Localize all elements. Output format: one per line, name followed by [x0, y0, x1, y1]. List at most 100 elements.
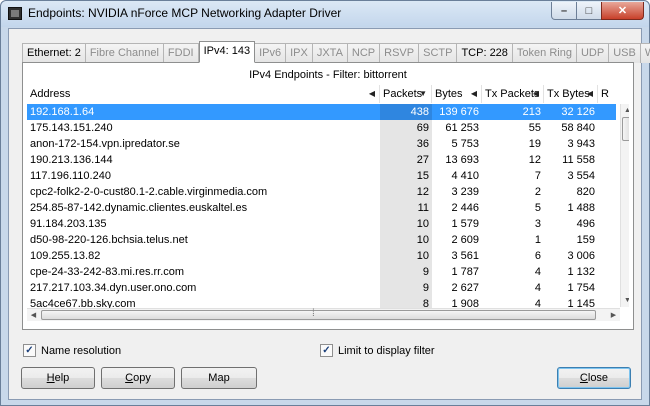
sort-arrow-icon: ◀ — [532, 89, 539, 98]
vertical-scrollbar[interactable]: ▲ ▼ — [620, 104, 629, 307]
cell-pk: 15 — [380, 168, 432, 184]
cell-pk: 438 — [380, 104, 432, 120]
table-row[interactable]: 190.213.136.144 27 13 693 12 11 558 — [27, 152, 616, 168]
limit-to-display-filter-checkbox[interactable]: ✓ Limit to display filter — [320, 344, 435, 357]
table-row[interactable]: d50-98-220-126.bchsia.telus.net 10 2 609 1 1… — [27, 232, 616, 248]
cell-tb: 11 558 — [562, 154, 595, 166]
table-row[interactable]: 109.255.13.82 10 3 561 6 3 006 — [27, 248, 616, 264]
protocol-tab-bar: Ethernet: 2 Fibre Channel FDDI IPv4: 143 IPv… — [22, 41, 650, 63]
vertical-scroll-thumb[interactable] — [622, 117, 629, 141]
map-button[interactable]: Map — [181, 367, 257, 389]
cell-pk: 10 — [380, 232, 432, 248]
cell-tb: 1 754 — [567, 282, 595, 294]
cell-tp: 4 — [534, 266, 541, 278]
cell-by: 5 753 — [451, 138, 479, 150]
scroll-up-icon[interactable]: ▲ — [621, 104, 629, 117]
checkbox-check-icon[interactable]: ✓ — [320, 344, 333, 357]
cell-by: 3 561 — [451, 250, 479, 262]
endpoints-window: Endpoints: NVIDIA nForce MCP Networking … — [0, 0, 650, 406]
tab-fddi[interactable]: FDDI — [163, 43, 199, 63]
title-bar[interactable]: Endpoints: NVIDIA nForce MCP Networking … — [1, 1, 649, 27]
table-row[interactable]: cpc2-folk2-2-0-cust80.1-2.cable.virginme… — [27, 184, 616, 200]
table-row[interactable]: 91.184.203.135 10 1 579 3 496 — [27, 216, 616, 232]
minimize-button[interactable]: – — [551, 2, 577, 20]
column-header-label: Tx Packets — [485, 88, 540, 100]
limit-filter-label: Limit to display filter — [338, 344, 435, 357]
cell-by: 2 627 — [451, 282, 479, 294]
cell-tb: 3 554 — [567, 170, 595, 182]
tab-sctp[interactable]: SCTP — [419, 43, 458, 63]
column-header-rx[interactable]: R — [598, 85, 616, 103]
maximize-button[interactable]: □ — [576, 2, 602, 20]
column-header-label: R — [601, 88, 609, 100]
endpoints-table: Address ◀ Packets ▼ Bytes ◀ Tx Packets ◀ Tx Byte… — [27, 85, 629, 325]
copy-button[interactable]: Copy — [101, 367, 175, 389]
cell-by: 1 579 — [451, 218, 479, 230]
cell-tb: 159 — [576, 234, 595, 246]
checkbox-check-icon[interactable]: ✓ — [23, 344, 36, 357]
tab-usb[interactable]: USB — [609, 43, 641, 63]
column-header-label: Tx Bytes — [547, 88, 590, 100]
tab-tcp-228[interactable]: TCP: 228 — [457, 43, 513, 63]
cell-tb: 820 — [576, 186, 595, 198]
table-row[interactable]: cpe-24-33-242-83.mi.res.rr.com 9 1 787 4 1 1… — [27, 264, 616, 280]
cell-addr: 217.217.103.34.dyn.user.ono.com — [30, 282, 197, 294]
scroll-left-icon[interactable]: ◀ — [27, 309, 40, 322]
table-row[interactable]: anon-172-154.vpn.ipredator.se 36 5 753 19 3 … — [27, 136, 616, 152]
name-resolution-checkbox[interactable]: ✓ Name resolution — [23, 344, 121, 357]
cell-by: 2 609 — [451, 234, 479, 246]
cell-pk: 10 — [380, 248, 432, 264]
cell-tb: 1 488 — [567, 202, 595, 214]
cell-tp: 1 — [534, 234, 541, 246]
cell-tp: 19 — [528, 138, 541, 150]
app-icon — [8, 7, 22, 20]
table-row[interactable]: 192.168.1.64 438 139 676 213 32 126 — [27, 104, 616, 120]
column-header-addr[interactable]: Address ◀ — [27, 85, 380, 103]
tab-fibre-channel[interactable]: Fibre Channel — [85, 43, 164, 63]
tab-jxta[interactable]: JXTA — [312, 43, 348, 63]
tab-token-ring[interactable]: Token Ring — [512, 43, 577, 63]
scroll-down-icon[interactable]: ▼ — [621, 294, 629, 307]
cell-addr: d50-98-220-126.bchsia.telus.net — [30, 234, 188, 246]
table-row[interactable]: 217.217.103.34.dyn.user.ono.com 9 2 627 4 1 … — [27, 280, 616, 296]
cell-addr: 175.143.151.240 — [30, 122, 113, 134]
tab-ipx[interactable]: IPX — [286, 43, 313, 63]
table-row[interactable]: 254.85-87-142.dynamic.clientes.euskaltel… — [27, 200, 616, 216]
cell-tb: 3 006 — [567, 250, 595, 262]
cell-rx — [598, 264, 616, 280]
cell-tp: 5 — [534, 202, 541, 214]
help-button[interactable]: Help — [21, 367, 95, 389]
cell-addr: cpe-24-33-242-83.mi.res.rr.com — [30, 266, 185, 278]
cell-tp: 55 — [528, 122, 541, 134]
cell-pk: 12 — [380, 184, 432, 200]
table-row[interactable]: 175.143.151.240 69 61 253 55 58 840 — [27, 120, 616, 136]
tab-ncp[interactable]: NCP — [347, 43, 381, 63]
cell-rx — [598, 200, 616, 216]
cell-tb: 32 126 — [561, 106, 595, 118]
sort-arrow-icon: ▼ — [419, 89, 427, 98]
column-header-label: Bytes — [435, 88, 463, 100]
horizontal-scroll-thumb[interactable] — [41, 308, 596, 320]
cell-addr: 192.168.1.64 — [30, 106, 95, 118]
column-header-tp[interactable]: Tx Packets ◀ — [482, 85, 544, 103]
tab-udp[interactable]: UDP — [576, 43, 610, 63]
cell-addr: 91.184.203.135 — [30, 218, 107, 230]
column-header-pk[interactable]: Packets ▼ — [380, 85, 432, 103]
tab-wlan[interactable]: WLAN — [640, 43, 650, 63]
scroll-right-icon[interactable]: ▶ — [607, 309, 620, 322]
cell-addr: 190.213.136.144 — [30, 154, 113, 166]
tab-ipv4-143[interactable]: IPv4: 143 — [198, 41, 256, 63]
tab-ethernet-2[interactable]: Ethernet: 2 — [22, 43, 86, 63]
tab-ipv6[interactable]: IPv6 — [255, 43, 287, 63]
column-header-tb[interactable]: Tx Bytes ◀ — [544, 85, 598, 103]
column-header-by[interactable]: Bytes ◀ — [432, 85, 482, 103]
close-window-button[interactable]: ✕ — [601, 2, 644, 20]
cell-tb: 58 840 — [561, 122, 595, 134]
horizontal-scrollbar[interactable]: ◀ ▶ — [27, 308, 620, 321]
cell-rx — [598, 104, 616, 120]
tab-rsvp[interactable]: RSVP — [380, 43, 420, 63]
close-button[interactable]: Close — [557, 367, 631, 389]
cell-by: 3 239 — [451, 186, 479, 198]
sort-arrow-icon: ◀ — [470, 89, 477, 98]
table-row[interactable]: 117.196.110.240 15 4 410 7 3 554 — [27, 168, 616, 184]
